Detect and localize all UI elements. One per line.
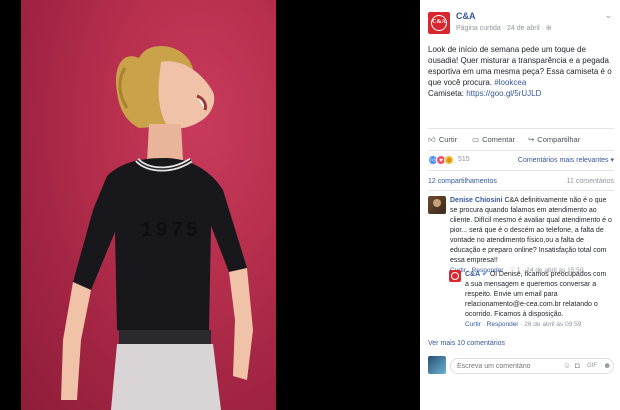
reply-avatar[interactable] bbox=[449, 270, 461, 282]
comment-sort-dropdown[interactable]: Comentários mais relevantes ▾ bbox=[518, 156, 614, 164]
reply-author[interactable]: C&A bbox=[465, 271, 480, 278]
comment-button[interactable]: ▭ Comentar bbox=[472, 135, 515, 144]
divider bbox=[428, 190, 614, 191]
shirt-label: Camiseta: bbox=[428, 89, 467, 98]
commenter-avatar[interactable] bbox=[428, 196, 446, 214]
logo-text: C&A bbox=[432, 19, 446, 25]
like-button[interactable]: 👍︎ Curtir bbox=[428, 135, 457, 145]
post-sidebar: C&A C&A Página curtida · 24 de abril · ⊕… bbox=[420, 0, 620, 410]
wow-reaction-icon: o bbox=[444, 155, 454, 165]
hashtag-link[interactable]: #lookcea bbox=[494, 78, 526, 87]
comment-text: C&A definitivamente não é o que se procu… bbox=[450, 197, 612, 264]
comment-box[interactable]: ☺ ◘ GIF ☻ bbox=[450, 358, 614, 374]
svg-text:1975: 1975 bbox=[141, 219, 202, 241]
share-count[interactable]: 12 compartilhamentos bbox=[428, 178, 497, 185]
view-more-comments-link[interactable]: Ver mais 10 comentários bbox=[428, 340, 505, 347]
user-avatar bbox=[428, 356, 446, 374]
post-meta: Página curtida · 24 de abril · ⊕ bbox=[456, 24, 552, 32]
share-button[interactable]: ↪ Compartilhar bbox=[528, 135, 580, 144]
comment-author[interactable]: Denise Chiosini bbox=[450, 197, 503, 204]
reply: C&A ✔ Oi Denise, ficamos preocupados com… bbox=[465, 270, 611, 330]
thumbs-up-icon: 👍︎ bbox=[428, 135, 436, 144]
shirt-link[interactable]: https://goo.gl/5rUJLD bbox=[466, 89, 541, 98]
comment-input[interactable] bbox=[457, 361, 557, 372]
reply-like-link[interactable]: Curtir bbox=[465, 321, 481, 328]
share-icon: ↪ bbox=[528, 135, 535, 144]
comment: Denise Chiosini C&A definitivamente não … bbox=[450, 196, 614, 276]
comment-icon: ▭ bbox=[472, 135, 480, 144]
photo-viewer[interactable]: 1975 bbox=[0, 0, 420, 410]
logo-ring bbox=[451, 272, 459, 280]
page-avatar[interactable]: C&A bbox=[428, 12, 450, 34]
post-actions: 👍︎ Curtir ▭ Comentar ↪ Compartilhar bbox=[428, 132, 614, 148]
reply-reply-link[interactable]: Responder bbox=[487, 321, 519, 328]
chevron-down-icon[interactable]: ⌄ bbox=[604, 10, 612, 21]
divider bbox=[428, 150, 614, 151]
post-photo: 1975 bbox=[21, 0, 276, 410]
sticker-icon[interactable]: ☻ bbox=[603, 361, 611, 370]
post-text: Look de início de semana pede um toque d… bbox=[428, 44, 614, 99]
post-header: C&A C&A Página curtida · 24 de abril · ⊕… bbox=[428, 10, 614, 36]
globe-icon: ⊕ bbox=[545, 25, 552, 32]
reply-text: Oi Denise, ficamos preocupados com a sua… bbox=[465, 271, 607, 318]
like-label: Curtir bbox=[438, 135, 458, 144]
post-meta-text: Página curtida · 24 de abril · bbox=[456, 25, 546, 32]
page-name[interactable]: C&A bbox=[456, 11, 476, 21]
reactions-bar[interactable]: 👍︎ ♥ o 515 Comentários mais relevantes ▾ bbox=[428, 154, 614, 166]
emoji-icon[interactable]: ☺ bbox=[563, 361, 571, 370]
share-label: Compartilhar bbox=[537, 135, 581, 144]
reaction-count: 515 bbox=[458, 156, 470, 163]
divider bbox=[428, 170, 614, 171]
comment-composer: ☺ ◘ GIF ☻ bbox=[428, 356, 614, 376]
comment-count[interactable]: 11 comentários bbox=[567, 178, 614, 185]
divider bbox=[428, 128, 614, 129]
reply-meta: Curtir · Responder · 26 de abril às 09:5… bbox=[465, 321, 582, 328]
gif-icon[interactable]: GIF bbox=[587, 363, 597, 369]
reply-meta-text: · 26 de abril às 09:59 bbox=[518, 321, 582, 328]
camera-icon[interactable]: ◘ bbox=[575, 361, 580, 370]
model-illustration: 1975 bbox=[61, 46, 253, 410]
comment-label: Comentar bbox=[482, 135, 516, 144]
